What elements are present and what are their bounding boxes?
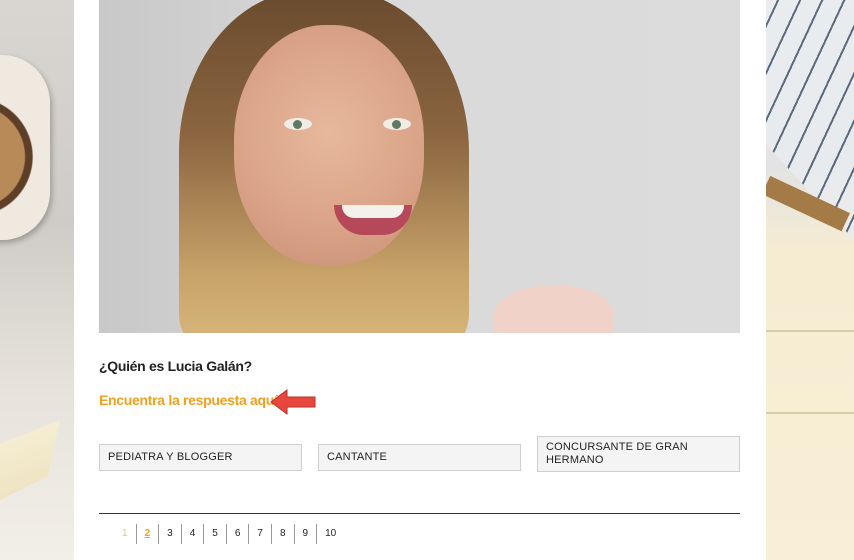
answer-link[interactable]: Encuentra la respuesta aquí. [99,392,282,408]
page-link[interactable]: 7 [248,524,271,544]
option-button[interactable]: PEDIATRA Y BLOGGER [99,444,302,471]
page-link[interactable]: 4 [180,524,204,544]
cake-slice-line [766,330,854,332]
quiz-card: ¿Quién es Lucia Galán? Encuentra la resp… [74,0,766,560]
divider [99,513,740,514]
pagination: 1 2 3 4 5 6 7 8 9 10 [114,524,344,544]
coffee-cup-decoration [0,55,50,240]
page-link[interactable]: 9 [293,524,317,544]
page-link-current[interactable]: 2 [135,524,159,544]
option-button[interactable]: CONCURSANTE DE GRAN HERMANO [537,436,740,472]
arrow-left-icon [270,389,316,415]
portrait-photo [99,0,740,333]
option-button[interactable]: CANTANTE [318,444,521,471]
page-link[interactable]: 6 [225,524,249,544]
page-link[interactable]: 1 [114,524,136,544]
page-link[interactable]: 5 [203,524,226,544]
cake-slice-line [766,412,854,414]
page-link[interactable]: 8 [270,524,294,544]
photo-eye-left [284,118,312,130]
quiz-question: ¿Quién es Lucia Galán? [99,358,252,374]
page-link[interactable]: 3 [158,524,181,544]
page-link[interactable]: 10 [316,524,344,544]
photo-eye-right [383,118,411,130]
photo-shoulder [494,285,614,333]
